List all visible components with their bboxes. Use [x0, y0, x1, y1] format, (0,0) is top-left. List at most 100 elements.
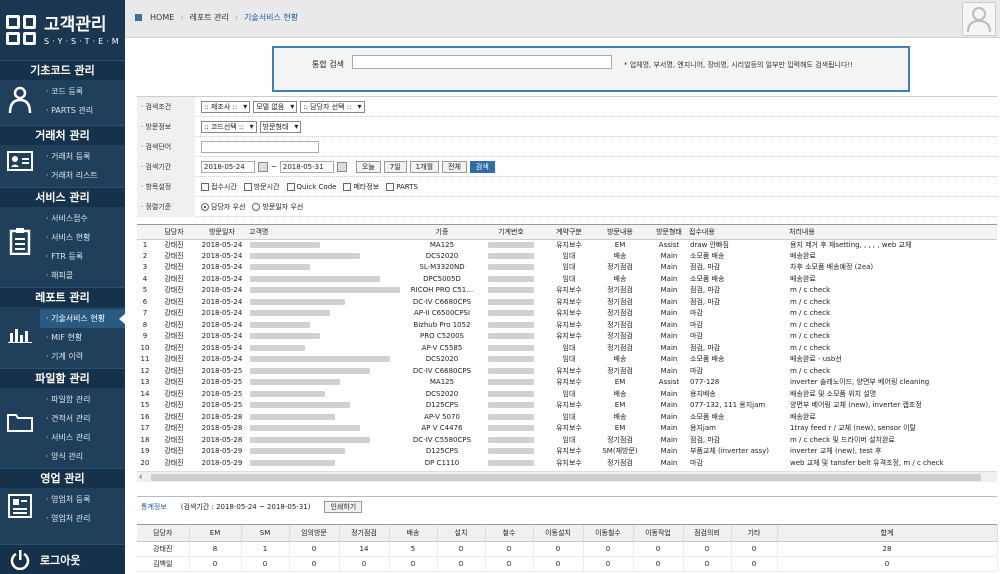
- option-receipt-time[interactable]: 접수시간: [201, 182, 237, 192]
- sidebar-item-sales-manage[interactable]: · 영업처 관리: [40, 509, 125, 528]
- user-avatar[interactable]: [962, 2, 996, 36]
- table-row[interactable]: 20 강태진 2018-05-29 DP C1110 유지보수 정기점검 Main 마감 web…: [137, 458, 997, 470]
- checkbox[interactable]: [286, 182, 295, 191]
- checkbox[interactable]: [343, 182, 352, 191]
- radio-button[interactable]: [252, 202, 261, 211]
- sort-by-visit-date[interactable]: 방문일자 우선: [252, 202, 303, 212]
- table-row[interactable]: 2 강태진 2018-05-24 DCS2020 임대 배송 Main 소모품 배송 배송완료: [137, 251, 997, 263]
- table-row[interactable]: 7 강태진 2018-05-24 AP-II C6500CPSI 유지보수 정기점검 Mai…: [137, 308, 997, 320]
- scroll-thumb[interactable]: [151, 474, 981, 481]
- table-row[interactable]: 4 강태진 2018-05-24 DPC5005D 임대 배송 Main 소모품 배송 배송완료: [137, 274, 997, 286]
- all-button[interactable]: 전체: [442, 160, 467, 173]
- table-row[interactable]: 5 강태진 2018-05-24 RICOH PRO C51… 유지보수 정기점검 Main…: [137, 285, 997, 297]
- breadcrumb-level1[interactable]: 레포트 관리: [189, 12, 228, 23]
- table-row[interactable]: 15 강태진 2018-05-25 D125CPS 유지보수 EM Main 077-132,…: [137, 400, 997, 412]
- table-row[interactable]: 13 강태진 2018-05-25 MA125 유지보수 EM Assist 077-128 i…: [137, 377, 997, 389]
- table-row[interactable]: 9 강태진 2018-05-24 PRO C5200S 유지보수 정기점검 Main 마감 m …: [137, 331, 997, 343]
- column-header[interactable]: 계약구분: [547, 225, 591, 240]
- column-header[interactable]: 처리내용: [789, 225, 997, 240]
- app-logo[interactable]: 고객관리 S·Y·S·T·E·M: [0, 0, 125, 60]
- option-meta-info[interactable]: 메타정보: [343, 182, 379, 192]
- column-header[interactable]: [137, 225, 153, 240]
- table-cell: 2018-05-24: [201, 343, 243, 352]
- column-header[interactable]: 방문내용: [591, 225, 649, 240]
- table-row[interactable]: 11 강태진 2018-05-24 DCS2020 임대 배송 Main 소모품 배송 배송완료…: [137, 354, 997, 366]
- table-row[interactable]: 6 강태진 2018-05-24 DC-IV C6680CPS 유지보수 정기점검 Main…: [137, 297, 997, 309]
- calendar-icon[interactable]: [258, 161, 268, 172]
- sidebar-item-client-list[interactable]: · 거래처 리스트: [40, 166, 125, 185]
- table-cell: MA125: [429, 240, 455, 249]
- checkbox[interactable]: [201, 182, 209, 191]
- today-button[interactable]: 오늘: [355, 160, 381, 173]
- table-row[interactable]: 19 강태진 2018-05-29 D125CPS 유지보수 SM(재방문) Main 부품교…: [137, 446, 997, 458]
- sidebar-item-mif-status[interactable]: · MIF 현황: [40, 328, 125, 347]
- sort-by-manager[interactable]: 담당자 우선: [201, 202, 245, 212]
- sidebar-item-form-manage[interactable]: · 양식 관리: [40, 447, 125, 466]
- sidebar-item-happycall[interactable]: · 해피콜: [40, 266, 125, 285]
- print-button[interactable]: 인쇄하기: [324, 500, 363, 513]
- 7days-button[interactable]: 7일: [383, 160, 407, 173]
- visit-type-select[interactable]: 방문형태: [259, 120, 302, 133]
- sidebar-item-tech-service-status[interactable]: · 기술서비스 현황: [40, 309, 125, 328]
- sidebar-item-client-register[interactable]: · 거래처 등록: [40, 147, 125, 166]
- 1month-button[interactable]: 1개월: [409, 160, 440, 173]
- table-row[interactable]: 3 강태진 2018-05-24 SL-M3320ND 임대 정기점검 Main 점검, 마감…: [137, 262, 997, 274]
- sidebar-item-machine-history[interactable]: · 기계 이력: [40, 347, 125, 366]
- table-row[interactable]: 10 강태진 2018-05-24 AP-V C5585 임대 정기점검 Main 점검, 마…: [137, 343, 997, 355]
- keyword-input[interactable]: [201, 140, 319, 153]
- sidebar-section-basic-code[interactable]: 기초코드 관리: [0, 60, 125, 80]
- radio-button[interactable]: [201, 202, 209, 211]
- table-row[interactable]: 14 강태진 2018-05-25 DCS2020 임대 배송 Main 용지배송 배송완료 및…: [137, 389, 997, 401]
- manager-select[interactable]: :: 담당자 선택 ::: [300, 100, 365, 113]
- sidebar-section-file[interactable]: 파일함 관리: [0, 368, 125, 388]
- column-header[interactable]: 담당자: [153, 225, 195, 240]
- sidebar-item-service-file-manage[interactable]: · 서비스 관리: [40, 428, 125, 447]
- column-header[interactable]: 고객명: [249, 225, 409, 240]
- column-header[interactable]: 접수내용: [689, 225, 789, 240]
- table-cell: 강태진: [164, 320, 184, 329]
- sidebar-item-file-manage[interactable]: · 파일함 관리: [40, 390, 125, 409]
- table-cell: 3: [142, 263, 148, 272]
- table-row[interactable]: 12 강태진 2018-05-25 DC-IV C6680CPS 유지보수 정기점검 Mai…: [137, 366, 997, 378]
- column-header[interactable]: 기종: [409, 225, 475, 240]
- checkbox[interactable]: [243, 182, 252, 191]
- option-quick-code[interactable]: Quick Code: [286, 182, 336, 191]
- maker-select[interactable]: :: 제조사 ::: [201, 100, 251, 113]
- date-from-input[interactable]: 2018-05-24: [201, 160, 255, 173]
- sidebar-item-ftr-register[interactable]: · FTR 등록: [40, 247, 125, 266]
- sidebar-item-quote-manage[interactable]: · 견적서 관리: [40, 409, 125, 428]
- sidebar-section-report[interactable]: 레포트 관리: [0, 287, 125, 307]
- scroll-left-icon[interactable]: ‹: [139, 472, 142, 481]
- model-select[interactable]: 모델 없음: [253, 100, 298, 113]
- breadcrumb-home[interactable]: HOME: [150, 13, 174, 22]
- table-row[interactable]: 17 강태진 2018-05-28 AP V C4476 유지보수 EM Main 용지jam…: [137, 423, 997, 435]
- visit-code-select[interactable]: :: 코드선택 ::: [201, 120, 257, 133]
- checkbox[interactable]: [386, 182, 395, 191]
- horizontal-scrollbar[interactable]: ‹: [137, 471, 997, 482]
- column-header[interactable]: 방문일자: [195, 225, 249, 240]
- table-row[interactable]: 8 강태진 2018-05-24 Bizhub Pro 1052 유지보수 정기점검 Mai…: [137, 320, 997, 332]
- sidebar-item-parts[interactable]: · PARTS 관리: [40, 101, 125, 120]
- option-parts[interactable]: PARTS: [386, 182, 418, 191]
- column-header[interactable]: 방문형태: [649, 225, 689, 240]
- table-row[interactable]: 1 강태진 2018-05-24 MA125 유지보수 EM Assist draw 안빠짐 용…: [137, 239, 997, 251]
- column-header[interactable]: 기계번호: [475, 225, 547, 240]
- logout-button[interactable]: 로그아웃: [0, 544, 125, 574]
- table-row[interactable]: 18 강태진 2018-05-28 DC-IV C5580CPS 임대 정기점검 Main 점…: [137, 435, 997, 447]
- option-visit-time[interactable]: 방문시간: [243, 182, 280, 192]
- sidebar-item-service-status[interactable]: · 서비스 현황: [40, 228, 125, 247]
- sidebar-section-client[interactable]: 거래처 관리: [0, 125, 125, 145]
- sidebar-section-service[interactable]: 서비스 관리: [0, 187, 125, 207]
- sidebar-section-sales[interactable]: 영업 관리: [0, 468, 125, 488]
- search-input[interactable]: [352, 55, 612, 69]
- table-cell: 정기점검: [607, 263, 633, 272]
- calendar-icon[interactable]: [336, 161, 347, 172]
- date-to-input[interactable]: 2018-05-31: [279, 160, 334, 173]
- stats-header: 통계정보 (검색기간 : 2018-05-24 ~ 2018-05-31) 인쇄…: [137, 496, 997, 516]
- sidebar-item-code-register[interactable]: · 코드 등록: [40, 82, 125, 101]
- search-button[interactable]: 검색: [469, 160, 495, 173]
- sidebar-item-service-receipt[interactable]: · 서비스접수: [40, 209, 125, 228]
- service-table: 담당자 방문일자 고객명 기종 기계번호 계약구분 방문내용 방문형태 접수내용 처리내용 1 강태…: [137, 224, 997, 482]
- table-row[interactable]: 16 강태진 2018-05-28 AP-V 5070 임대 배송 Main 소모품 배송 배송…: [137, 412, 997, 424]
- sidebar-item-sales-register[interactable]: · 영업처 등록: [40, 490, 125, 509]
